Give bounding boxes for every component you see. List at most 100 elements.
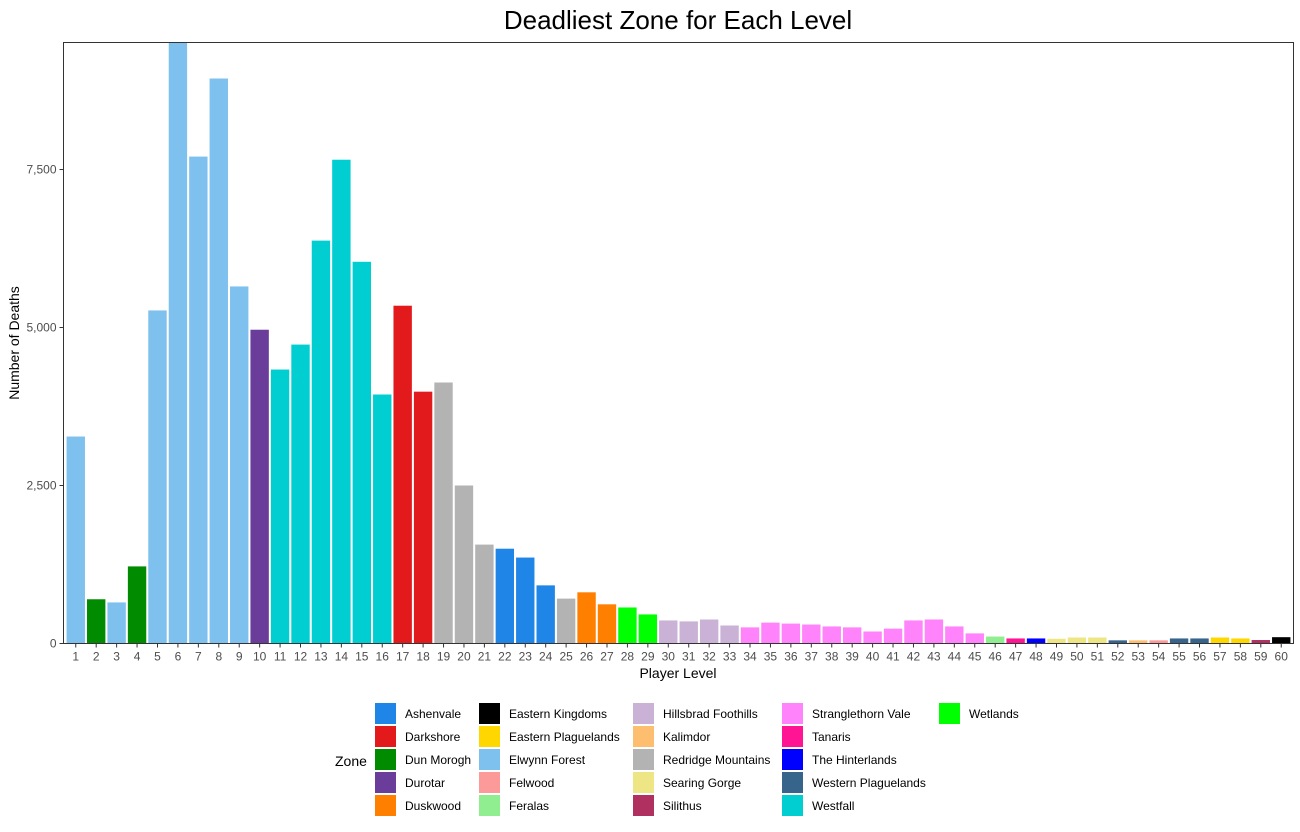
x-tick-label: 15 (355, 650, 369, 664)
x-tick-label: 16 (376, 650, 390, 664)
bar-level-13 (311, 240, 331, 644)
x-tick-label: 2 (93, 650, 100, 664)
x-tick-label: 40 (866, 650, 880, 664)
x-tick-label: 27 (600, 650, 614, 664)
legend-label: Eastern Plaguelands (509, 730, 620, 744)
x-tick-label: 13 (314, 650, 328, 664)
bar-level-40 (863, 631, 882, 644)
legend-label: Searing Gorge (663, 776, 741, 790)
legend-item: Westfall (782, 795, 854, 816)
bar-level-12 (291, 344, 310, 644)
x-tick-label: 55 (1172, 650, 1186, 664)
bar-level-36 (781, 623, 801, 644)
bar-level-9 (230, 286, 249, 644)
legend-item: Western Plaguelands (782, 772, 926, 793)
legend-label: Silithus (663, 799, 702, 813)
bar-level-28 (618, 607, 637, 644)
x-tick-label: 23 (519, 650, 533, 664)
legend-item: Feralas (479, 795, 549, 816)
y-tick-label: 7,500 (26, 163, 56, 177)
legend-label: Western Plaguelands (812, 776, 926, 790)
bar-level-17 (393, 305, 412, 644)
bar-level-51 (1088, 637, 1107, 644)
bar-level-26 (577, 592, 596, 644)
x-tick-label: 35 (764, 650, 778, 664)
bar-level-1 (66, 436, 85, 644)
bar-level-30 (659, 620, 678, 644)
bar-level-18 (413, 391, 433, 644)
legend-label: Dun Morogh (405, 753, 471, 767)
legend-label: Wetlands (969, 707, 1019, 721)
x-tick-label: 51 (1091, 650, 1105, 664)
legend-swatch (782, 772, 803, 793)
legend-item: Hillsbrad Foothills (633, 703, 758, 724)
legend-label: Stranglethorn Vale (812, 707, 911, 721)
legend-item: Searing Gorge (633, 772, 741, 793)
bar-level-44 (945, 626, 964, 644)
legend-label: Darkshore (405, 730, 461, 744)
legend-item: Duskwood (375, 795, 461, 816)
x-tick-label: 21 (478, 650, 492, 664)
bar-level-20 (454, 485, 474, 644)
x-tick-label: 44 (948, 650, 962, 664)
bar-level-24 (536, 585, 555, 644)
legend-swatch (782, 703, 803, 724)
x-tick-label: 34 (743, 650, 757, 664)
legend-swatch (782, 795, 803, 816)
x-tick-label: 12 (294, 650, 308, 664)
bar-level-55 (1169, 638, 1189, 644)
x-tick-label: 14 (335, 650, 349, 664)
x-tick-label: 58 (1234, 650, 1248, 664)
bar-level-34 (740, 627, 760, 644)
bar-level-11 (270, 369, 290, 644)
x-tick-label: 22 (498, 650, 512, 664)
legend-swatch (939, 703, 960, 724)
legend-swatch (633, 726, 654, 747)
x-tick-label: 56 (1193, 650, 1207, 664)
x-tick-label: 7 (195, 650, 202, 664)
x-tick-label: 50 (1070, 650, 1084, 664)
bar-level-43 (924, 619, 944, 644)
x-tick-label: 32 (702, 650, 716, 664)
bar-level-37 (802, 624, 821, 644)
legend-swatch (375, 772, 396, 793)
legend-label: The Hinterlands (812, 753, 897, 767)
bar-level-3 (107, 602, 126, 644)
legend-swatch (479, 703, 500, 724)
bar-level-10 (250, 329, 269, 644)
legend-item: Elwynn Forest (479, 749, 586, 770)
x-tick-label: 46 (989, 650, 1003, 664)
x-tick-label: 8 (215, 650, 222, 664)
bar-level-39 (842, 627, 862, 644)
bar-level-59 (1251, 640, 1271, 644)
x-tick-label: 20 (457, 650, 471, 664)
x-tick-label: 60 (1275, 650, 1289, 664)
x-tick-label: 29 (641, 650, 655, 664)
bar-level-23 (516, 557, 535, 644)
bar-level-57 (1210, 637, 1230, 644)
bar-level-8 (209, 78, 228, 644)
legend-label: Hillsbrad Foothills (663, 707, 758, 721)
x-tick-label: 33 (723, 650, 737, 664)
x-tick-label: 36 (784, 650, 798, 664)
legend-swatch (782, 726, 803, 747)
legend-swatch (633, 795, 654, 816)
y-axis: 0 2,500 5,000 7,500 (26, 163, 64, 651)
x-tick-label: 47 (1009, 650, 1023, 664)
x-tick-label: 39 (845, 650, 859, 664)
legend-item: Kalimdor (633, 726, 710, 747)
x-tick-label: 18 (416, 650, 430, 664)
legend-label: Westfall (812, 799, 854, 813)
legend-swatch (479, 795, 500, 816)
legend-item: Dun Morogh (375, 749, 471, 770)
legend-swatch (479, 772, 500, 793)
bar-level-49 (1047, 638, 1066, 644)
x-tick-label: 59 (1254, 650, 1268, 664)
bar-level-31 (679, 621, 698, 644)
x-tick-label: 28 (621, 650, 635, 664)
x-tick-label: 48 (1029, 650, 1043, 664)
legend-item: Durotar (375, 772, 445, 793)
x-tick-label: 11 (274, 650, 287, 664)
legend-label: Redridge Mountains (663, 753, 770, 767)
legend-item: Ashenvale (375, 703, 461, 724)
